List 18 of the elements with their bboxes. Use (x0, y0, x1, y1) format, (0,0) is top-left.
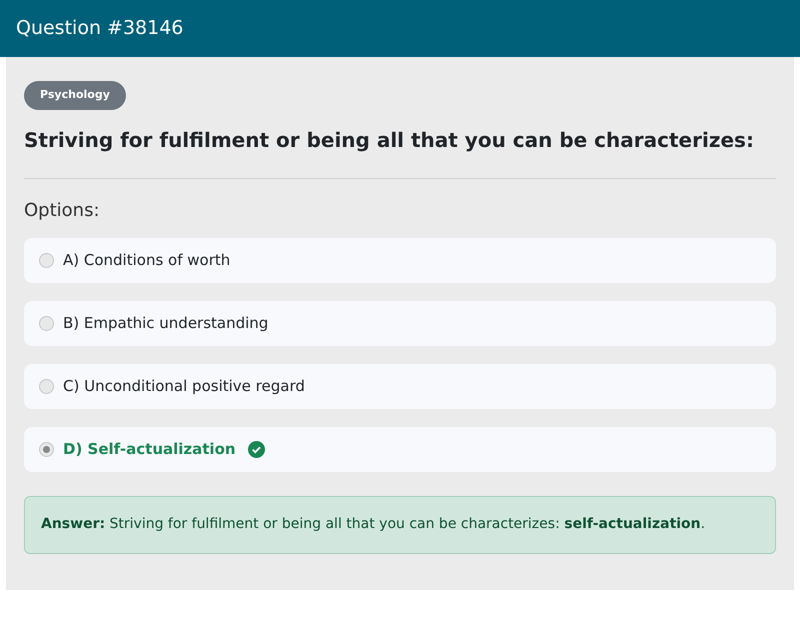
check-icon (248, 440, 265, 458)
radio-button[interactable] (39, 442, 54, 456)
option-label: C) Unconditional positive regard (63, 376, 305, 397)
question-title: Question #38146 (16, 16, 184, 42)
option-row[interactable]: D) Self-actualization (24, 426, 776, 472)
option-row[interactable]: C) Unconditional positive regard (24, 364, 776, 408)
option-row[interactable]: A) Conditions of worth (24, 238, 776, 282)
options-label: Options: (24, 198, 101, 222)
option-label: A) Conditions of worth (63, 250, 230, 271)
radio-button[interactable] (39, 378, 54, 394)
option-label: B) Empathic understanding (63, 312, 268, 334)
radio-button[interactable] (39, 316, 54, 330)
question-text: Striving for fulfilment or being all that you can be characterizes: (24, 126, 755, 154)
option-label: D) Self-actualization (63, 438, 236, 460)
answer-text: Answer: Striving for fulfilment or being all that you can be characterizes: self-actualization. (41, 515, 706, 534)
option-row[interactable]: B) Empathic understanding (24, 300, 776, 346)
category-tag: Psychology (24, 81, 126, 110)
radio-button[interactable] (39, 252, 54, 268)
